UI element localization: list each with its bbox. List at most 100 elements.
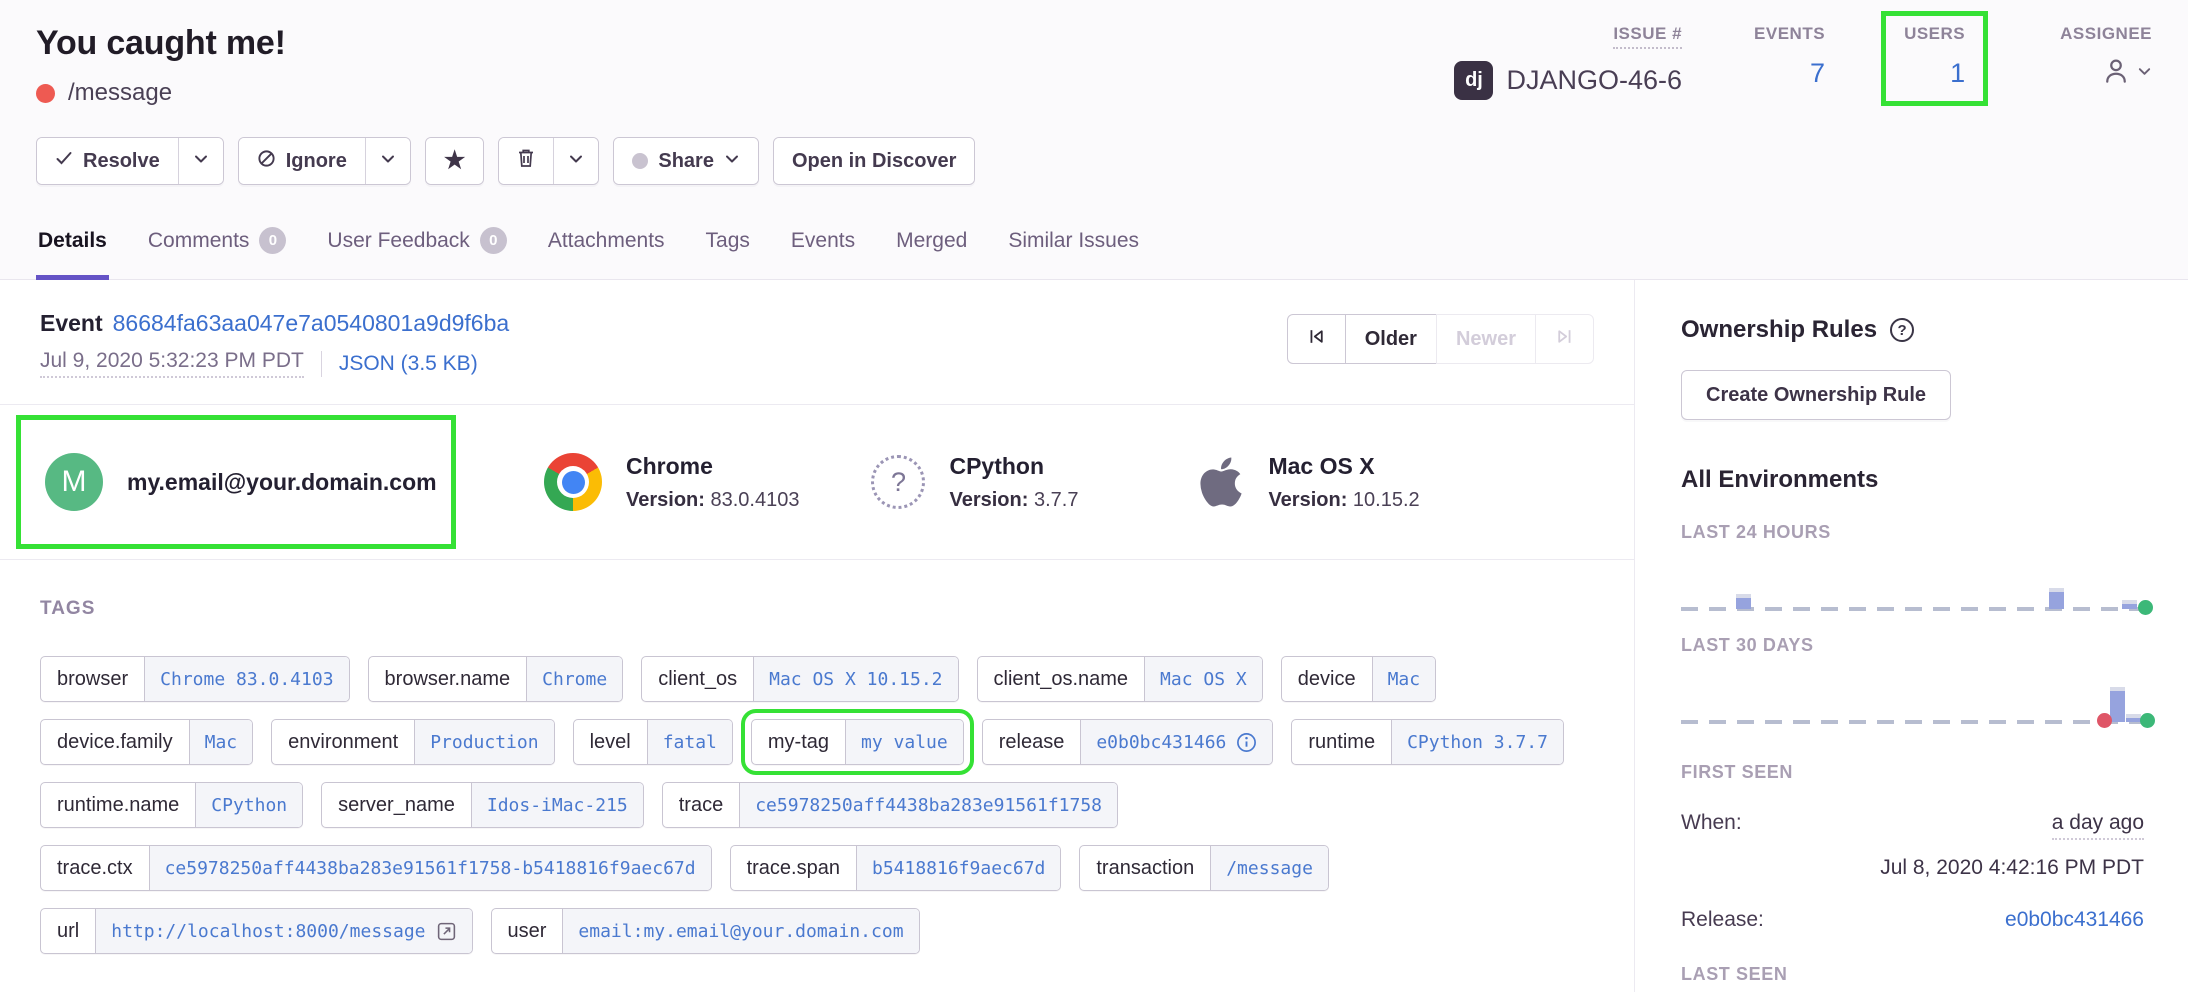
tab-similar-issues[interactable]: Similar Issues: [1006, 209, 1141, 280]
tag-value: ce5978250aff4438ba283e91561f1758: [739, 783, 1117, 827]
oldest-event-button[interactable]: [1287, 314, 1346, 364]
os-version: Version: 10.15.2: [1268, 489, 1419, 512]
issue-number-label: ISSUE #: [1613, 24, 1682, 49]
tag-pill-device[interactable]: deviceMac: [1281, 656, 1436, 702]
tag-pill-runtime-name[interactable]: runtime.nameCPython: [40, 782, 303, 828]
tag-pill-trace[interactable]: tracece5978250aff4438ba283e91561f1758: [662, 782, 1118, 828]
tag-pill-trace-span[interactable]: trace.spanb5418816f9aec67d: [730, 845, 1062, 891]
tag-value: CPython 3.7.7: [1391, 720, 1563, 764]
last-30-days-chart[interactable]: [1681, 656, 2144, 742]
resolve-dropdown-button[interactable]: [178, 138, 223, 184]
tag-value: http://localhost:8000/message: [95, 909, 471, 953]
ignore-button[interactable]: Ignore: [239, 138, 365, 184]
tab-user-feedback[interactable]: User Feedback0: [325, 209, 508, 280]
assignee-dropdown[interactable]: [2060, 56, 2152, 91]
tag-value: email:my.email@your.domain.com: [562, 909, 918, 953]
chevron-down-icon: [724, 150, 740, 173]
tag-value: ce5978250aff4438ba283e91561f1758-b541881…: [149, 846, 711, 890]
issue-number-column: ISSUE # dj DJANGO-46-6: [1454, 24, 1682, 100]
bookmark-button[interactable]: ★: [426, 138, 484, 184]
event-label: Event: [40, 310, 103, 336]
tag-pill-client-os-name[interactable]: client_os.nameMac OS X: [977, 656, 1263, 702]
share-status-dot: [632, 153, 648, 169]
tab-events[interactable]: Events: [789, 209, 857, 280]
event-navigation-section: Event86684fa63aa047e7a0540801a9d9f6ba Ju…: [0, 280, 1634, 404]
tag-pill-client-os[interactable]: client_osMac OS X 10.15.2: [641, 656, 958, 702]
release-link[interactable]: e0b0bc431466: [2005, 908, 2144, 932]
tag-key: device: [1282, 657, 1372, 701]
environments-title: All Environments: [1681, 466, 2144, 494]
skip-to-last-icon: [1555, 327, 1574, 352]
users-count-link[interactable]: 1: [1904, 58, 1965, 89]
issue-sidebar: Ownership Rules ? Create Ownership Rule …: [1634, 280, 2188, 992]
tag-value: Idos-iMac-215: [471, 783, 643, 827]
tag-value: e0b0bc431466: [1080, 720, 1272, 764]
tag-pill-server-name[interactable]: server_nameIdos-iMac-215: [321, 782, 644, 828]
tag-value: Chrome 83.0.4103: [144, 657, 348, 701]
tag-key: browser: [41, 657, 144, 701]
assignee-column: ASSIGNEE: [2060, 24, 2152, 91]
tab-comments[interactable]: Comments0: [146, 209, 289, 280]
browser-version: Version: 83.0.4103: [626, 489, 799, 512]
tag-value: CPython: [195, 783, 302, 827]
issue-action-bar: Resolve Ignore ★: [36, 137, 2152, 209]
last-24-hours-chart[interactable]: [1681, 543, 2144, 629]
tag-pill-runtime[interactable]: runtimeCPython 3.7.7: [1291, 719, 1564, 765]
tag-key: server_name: [322, 783, 471, 827]
create-ownership-rule-button[interactable]: Create Ownership Rule: [1681, 370, 1951, 420]
tag-pill-trace-ctx[interactable]: trace.ctxce5978250aff4438ba283e91561f175…: [40, 845, 712, 891]
tag-value: my value: [845, 720, 963, 764]
chevron-down-icon: [380, 150, 396, 173]
share-button[interactable]: Share: [614, 138, 758, 184]
events-count-link[interactable]: 7: [1754, 58, 1825, 89]
delete-button[interactable]: [499, 138, 553, 184]
latest-event-button[interactable]: [1535, 314, 1594, 364]
tag-pill-browser[interactable]: browserChrome 83.0.4103: [40, 656, 350, 702]
tab-label: Events: [791, 229, 855, 253]
issue-culprit: /message: [68, 79, 172, 107]
resolve-button[interactable]: Resolve: [37, 138, 178, 184]
older-event-button[interactable]: Older: [1345, 314, 1437, 364]
tag-pill-transaction[interactable]: transaction/message: [1079, 845, 1329, 891]
issue-header: You caught me! /message ISSUE # dj DJANG…: [0, 0, 2188, 209]
tag-key: browser.name: [369, 657, 527, 701]
tag-pill-user[interactable]: useremail:my.email@your.domain.com: [491, 908, 920, 954]
tag-pill-url[interactable]: urlhttp://localhost:8000/message: [40, 908, 473, 954]
tab-attachments[interactable]: Attachments: [546, 209, 667, 280]
tag-key: url: [41, 909, 95, 953]
newer-event-button[interactable]: Newer: [1436, 314, 1536, 364]
tab-label: Attachments: [548, 229, 665, 253]
tag-pill-my-tag[interactable]: my-tagmy value: [751, 719, 964, 765]
tab-tags[interactable]: Tags: [704, 209, 752, 280]
chart-marker-red: [2097, 713, 2112, 728]
delete-dropdown-button[interactable]: [553, 138, 598, 184]
tab-details[interactable]: Details: [36, 209, 109, 280]
runtime-context-card: ? CPython Version: 3.7.7: [871, 453, 1078, 512]
chart-bar: [1736, 594, 1751, 609]
tag-pill-browser-name[interactable]: browser.nameChrome: [368, 656, 624, 702]
tab-count-badge: 0: [259, 227, 286, 254]
release-label: Release:: [1681, 908, 1764, 932]
user-context-card: M my.email@your.domain.com: [45, 453, 437, 511]
tag-pill-level[interactable]: levelfatal: [573, 719, 733, 765]
tag-pill-environment[interactable]: environmentProduction: [271, 719, 554, 765]
tab-label: Details: [38, 229, 107, 253]
chart-bar: [2122, 600, 2137, 609]
tag-value: Production: [414, 720, 553, 764]
open-in-discover-button[interactable]: Open in Discover: [774, 138, 975, 184]
tag-key: level: [574, 720, 647, 764]
tag-pill-device-family[interactable]: device.familyMac: [40, 719, 253, 765]
when-label: When:: [1681, 811, 1742, 835]
users-column-highlight: USERS 1: [1881, 11, 1988, 106]
event-json-link[interactable]: JSON (3.5 KB): [339, 352, 478, 376]
os-context-card: Mac OS X Version: 10.15.2: [1198, 453, 1419, 512]
user-avatar: M: [45, 453, 103, 511]
tab-merged[interactable]: Merged: [894, 209, 969, 280]
tag-pill-release[interactable]: releasee0b0bc431466: [982, 719, 1274, 765]
event-id-link[interactable]: 86684fa63aa047e7a0540801a9d9f6ba: [113, 310, 510, 336]
ignore-dropdown-button[interactable]: [365, 138, 410, 184]
last-seen-label: LAST SEEN: [1681, 964, 2144, 985]
help-question-icon[interactable]: ?: [1890, 318, 1914, 342]
issue-short-id: DJANGO-46-6: [1506, 65, 1682, 96]
external-link-icon[interactable]: [436, 921, 457, 942]
